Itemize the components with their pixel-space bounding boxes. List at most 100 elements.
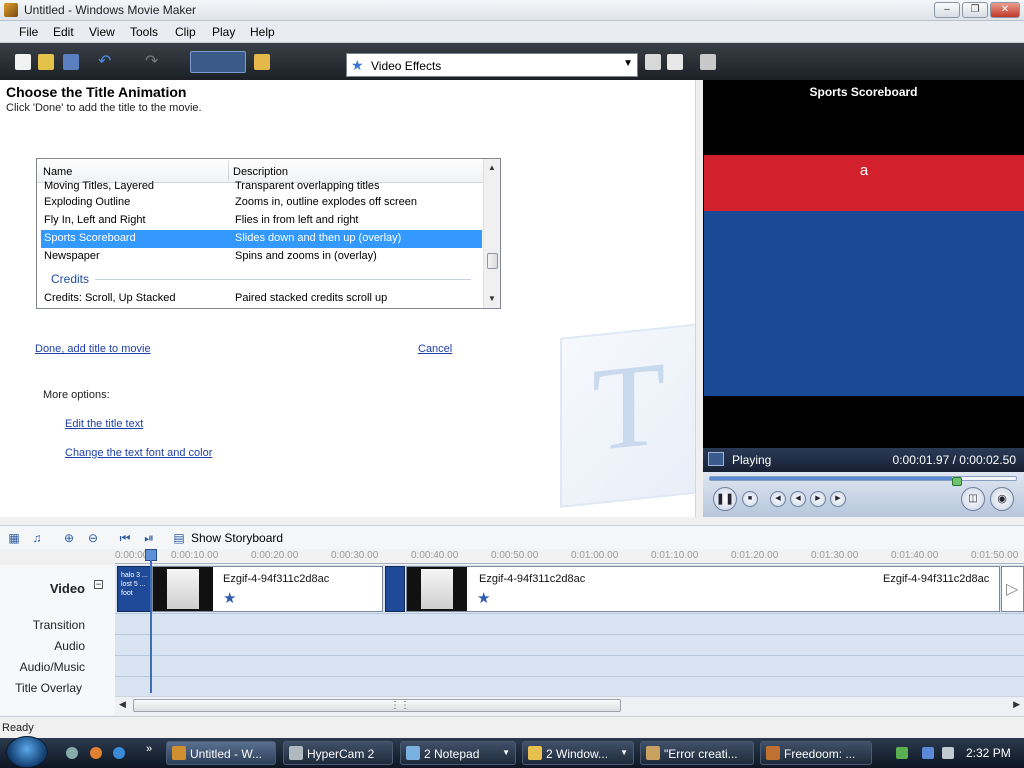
menu-view[interactable]: View [89, 25, 115, 39]
menu-edit[interactable]: Edit [53, 25, 74, 39]
taskbar-item-windows[interactable]: 2 Window... ▼ [522, 741, 634, 765]
firefox-icon[interactable] [90, 747, 102, 759]
title-overlay-track[interactable] [115, 676, 1024, 697]
rewind-button[interactable]: ◀ [790, 491, 806, 507]
timeline-scroll-thumb[interactable]: ⋮⋮ [133, 699, 621, 712]
done-add-title-link[interactable]: Done, add title to movie [35, 343, 151, 355]
redo-icon[interactable]: ↷ [145, 54, 161, 70]
collections-icon[interactable] [254, 54, 270, 70]
scroll-down-icon[interactable]: ▼ [488, 294, 496, 303]
scoreboard-bar: a [704, 155, 1024, 211]
video-clip[interactable]: Ezgif-4-94f311c2d8ac ★ [152, 566, 383, 612]
taskbar-label: 2 Window... [546, 747, 609, 761]
previous-frame-button[interactable]: ◀ [770, 491, 786, 507]
play-timeline-icon[interactable]: ⏯ [142, 531, 156, 545]
clip-thumbnail [407, 567, 467, 611]
collection-up-icon[interactable] [645, 54, 661, 70]
minimize-button[interactable]: – [934, 2, 960, 18]
page-title: Choose the Title Animation [6, 84, 187, 100]
menu-help[interactable]: Help [250, 25, 275, 39]
menu-play[interactable]: Play [212, 25, 235, 39]
next-frame-button[interactable]: ▶ [830, 491, 846, 507]
cancel-link[interactable]: Cancel [418, 343, 452, 355]
taskbar: » Untitled - W... HyperCam 2 2 Notepad ▼… [0, 738, 1024, 768]
time-ruler[interactable]: 0:00:00 0:00:10.00 0:00:20.00 0:00:30.00… [115, 549, 1024, 564]
internet-explorer-icon[interactable] [113, 747, 125, 759]
zoom-out-icon[interactable]: ⊖ [86, 531, 100, 545]
snapshot-camera-button[interactable]: ◉ [990, 487, 1014, 511]
column-description-header[interactable]: Description [233, 166, 288, 178]
list-item[interactable]: Credits: Scroll, Up Stacked Paired stack… [41, 290, 482, 308]
taskbar-item-movie-maker[interactable]: Untitled - W... [166, 741, 276, 765]
new-project-icon[interactable] [15, 54, 31, 70]
open-project-icon[interactable] [38, 54, 54, 70]
movie-maker-icon [4, 3, 18, 17]
change-font-color-link[interactable]: Change the text font and color [65, 447, 212, 459]
maximize-button[interactable]: ❐ [962, 2, 988, 18]
taskbar-item-hypercam[interactable]: HyperCam 2 [283, 741, 393, 765]
zoom-in-icon[interactable]: ⊕ [62, 531, 76, 545]
group-divider [95, 279, 471, 280]
show-storyboard-button[interactable]: Show Storyboard [191, 531, 283, 545]
list-item-selected[interactable]: Sports Scoreboard Slides down and then u… [41, 230, 482, 248]
audio-music-track[interactable] [115, 655, 1024, 676]
audio-track[interactable] [115, 634, 1024, 655]
clip-end-arrow-icon[interactable]: ▷ [1001, 566, 1024, 612]
scroll-thumb[interactable] [487, 253, 498, 269]
taskbar-item-error[interactable]: "Error creati... [640, 741, 754, 765]
ruler-tick: 0:00:50.00 [491, 550, 539, 561]
storyboard-layout-icon[interactable]: ▦ [7, 531, 21, 545]
scroll-right-icon[interactable]: ▶ [1013, 699, 1020, 710]
menu-file[interactable]: File [19, 25, 38, 39]
list-item[interactable]: Fly In, Left and Right Flies in from lef… [41, 212, 482, 230]
taskbar-item-notepad[interactable]: 2 Notepad ▼ [400, 741, 516, 765]
menu-clip[interactable]: Clip [175, 25, 196, 39]
notepad-icon [406, 746, 420, 760]
monitor-icon[interactable] [708, 452, 724, 466]
save-project-icon[interactable] [63, 54, 79, 70]
security-tray-icon[interactable] [896, 747, 908, 759]
list-item[interactable]: Exploding Outline Zooms in, outline expl… [41, 194, 482, 212]
clip-thumbnail [153, 567, 213, 611]
clock[interactable]: 2:32 PM [966, 746, 1011, 760]
forward-button[interactable]: ▶ [810, 491, 826, 507]
scroll-up-icon[interactable]: ▲ [488, 163, 496, 172]
new-folder-icon[interactable] [667, 54, 683, 70]
transition-track[interactable] [115, 613, 1024, 634]
collection-dropdown[interactable]: ★ Video Effects ▼ [346, 53, 638, 77]
edit-title-text-link[interactable]: Edit the title text [65, 418, 143, 430]
collapse-video-track-icon[interactable]: − [94, 580, 103, 589]
start-button[interactable] [6, 736, 48, 768]
timeline-scrollbar[interactable]: ◀ ⋮⋮ ▶ [115, 696, 1024, 714]
list-scrollbar[interactable]: ▲ ▼ [483, 159, 500, 308]
menu-tools[interactable]: Tools [130, 25, 158, 39]
title-clip[interactable]: halo 3 ... lost 5 ... foot [117, 566, 151, 612]
network-tray-icon[interactable] [922, 747, 934, 759]
animation-list[interactable]: Name Description Moving Titles, Layered … [36, 158, 501, 309]
taskbar-label: 2 Notepad [424, 747, 480, 761]
quick-launch-more-icon[interactable]: » [146, 743, 152, 755]
taskbar-item-freedoom[interactable]: Freedoom: ... [760, 741, 872, 765]
show-desktop-icon[interactable] [66, 747, 78, 759]
views-icon[interactable] [700, 54, 716, 70]
tasks-button[interactable] [190, 51, 246, 73]
title-clip[interactable] [385, 566, 405, 612]
item-name: Exploding Outline [44, 196, 131, 208]
rewind-timeline-icon[interactable]: ⏮ [118, 531, 132, 545]
video-clip[interactable]: Ezgif-4-94f311c2d8ac ★ Ezgif-4-94f311c2d… [406, 566, 1000, 612]
pause-button[interactable]: ❚❚ [713, 487, 737, 511]
playback-time: 0:00:01.97 / 0:00:02.50 [892, 453, 1016, 467]
storyboard-icon[interactable]: ▤ [172, 531, 186, 545]
seek-handle[interactable] [952, 477, 962, 486]
volume-tray-icon[interactable] [942, 747, 954, 759]
stop-button[interactable]: ■ [742, 491, 758, 507]
column-name-header[interactable]: Name [43, 166, 72, 178]
seek-bar[interactable] [709, 476, 1017, 486]
undo-icon[interactable]: ↶ [98, 54, 114, 70]
narrate-icon[interactable]: ♫ [30, 531, 44, 545]
split-clip-button[interactable]: ◫ [961, 487, 985, 511]
scroll-left-icon[interactable]: ◀ [119, 699, 126, 710]
ruler-tick: 0:01:50.00 [971, 550, 1019, 561]
close-button[interactable]: ✕ [990, 2, 1020, 18]
list-item[interactable]: Newspaper Spins and zooms in (overlay) [41, 248, 482, 266]
